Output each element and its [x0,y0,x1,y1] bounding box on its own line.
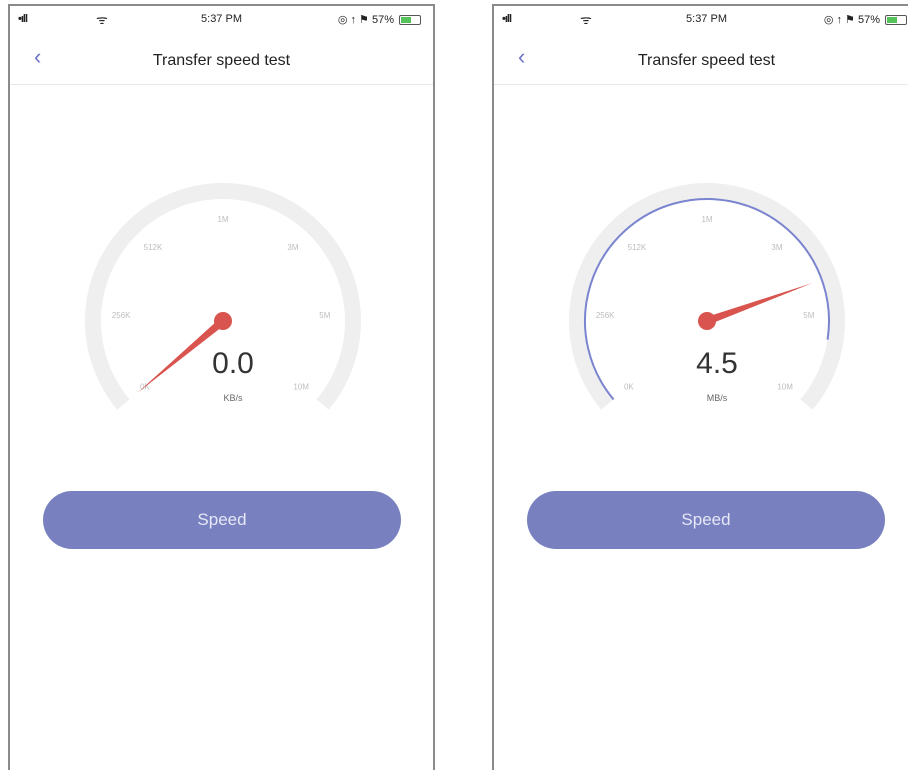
gauge-tick-label: 256K [596,311,615,320]
gauge-tick-label: 1M [217,215,228,224]
gauge-needle-hub [698,312,716,330]
gauge-tick-label: 256K [112,311,131,320]
speed-unit: MB/s [707,393,728,403]
gauge-tick-label: 512K [144,243,163,252]
speed-button[interactable]: Speed [527,491,885,549]
gauge-tick-label: 0K [624,383,634,392]
phone-screen-left: •ıll ᯤ 5:37 PM ◎ ↑ ⚑ 57% ‹ Transfer spee… [8,4,435,770]
speed-button[interactable]: Speed [43,491,401,549]
phone-screen-right: •ıll ᯤ 5:37 PM ◎ ↑ ⚑ 57% ‹ Transfer spee… [492,4,908,770]
speed-value: 4.5 [696,347,738,380]
gauge-tick-label: 5M [803,311,814,320]
speed-value: 0.0 [212,347,254,380]
gauge-tick-label: 0K [140,383,150,392]
gauge-tick-label: 3M [771,243,782,252]
gauge-tick-label: 512K [628,243,647,252]
gauge-tick-label: 3M [287,243,298,252]
gauge-tick-label: 10M [777,383,793,392]
gauge-tick-label: 5M [319,311,330,320]
speed-unit: KB/s [223,393,243,403]
gauge-tick-label: 1M [701,215,712,224]
speed-gauge: 0K 256K 512K 1M 3M 5M 10M 0.0 KB/s [85,183,361,410]
gauge-needle-hub [214,312,232,330]
gauge-tick-label: 10M [293,383,309,392]
gauge-needle [705,283,813,325]
speed-gauge: 0K 256K 512K 1M 3M 5M 10M 4.5 MB/s [569,183,845,410]
